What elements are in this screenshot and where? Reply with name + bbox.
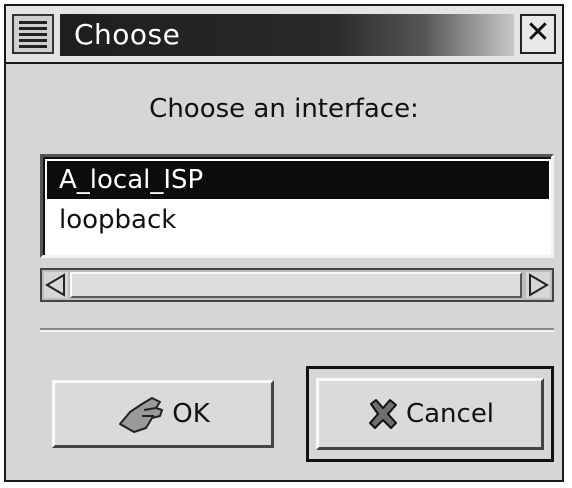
hand-pointing-icon [119,397,164,433]
list-item-a-local-isp[interactable]: A_local_ISP [47,161,549,199]
window-menu-button[interactable] [12,14,54,54]
prompt-label: Choose an interface: [149,94,419,124]
list-item-loopback[interactable]: loopback [47,201,549,239]
choose-dialog-window: Choose ✕ Choose an interface: A_local_IS… [4,4,564,482]
ok-button[interactable]: OK [52,380,274,448]
scroll-left-button[interactable] [44,272,68,298]
scroll-right-button[interactable] [526,272,550,298]
title-bar[interactable]: Choose ✕ [6,6,562,64]
close-icon: ✕ [525,15,551,50]
title-area[interactable]: Choose [60,14,514,56]
ok-button-label: OK [172,399,210,429]
interface-list[interactable]: A_local_ISP loopback [40,154,554,258]
cancel-button[interactable]: Cancel [316,378,544,450]
separator [40,328,554,332]
cancel-button-label: Cancel [405,399,495,429]
window-title: Choose [74,18,181,51]
arrow-left-icon [45,273,65,297]
x-mark-icon [368,399,397,429]
horizontal-scrollbar[interactable] [40,268,554,302]
scrollbar-thumb[interactable] [70,272,522,298]
arrow-right-icon [529,273,549,297]
close-button[interactable]: ✕ [520,14,556,54]
